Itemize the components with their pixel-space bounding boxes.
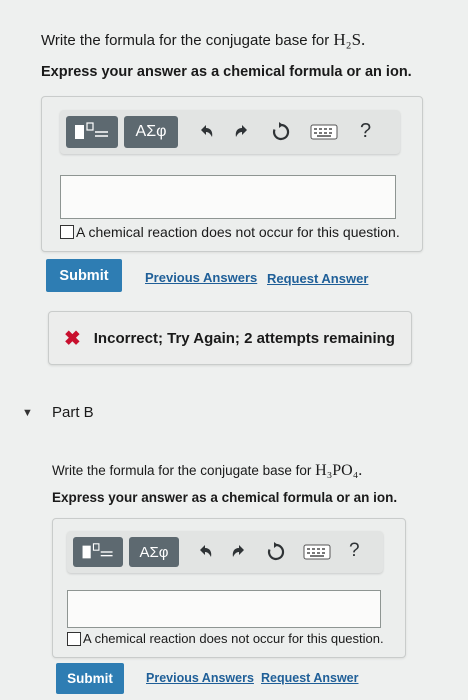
part-b-no-reaction-option[interactable]: A chemical reaction does not occur for t… bbox=[67, 631, 384, 646]
part-a-question: Write the formula for the conjugate base… bbox=[41, 30, 365, 50]
part-a-toolbar: ΑΣφ ? bbox=[60, 110, 400, 154]
part-b-formula: H₃PO₄. bbox=[315, 462, 363, 479]
keyboard-icon bbox=[303, 544, 331, 560]
part-a-formula: H₂S. bbox=[333, 30, 366, 49]
part-a-keyboard-button[interactable] bbox=[310, 123, 338, 145]
part-a-answer-input[interactable] bbox=[60, 175, 396, 219]
part-b-request-answer-link[interactable]: Request Answer bbox=[261, 671, 358, 685]
part-b-toolbar: ΑΣφ ? bbox=[67, 531, 383, 573]
part-b-no-reaction-checkbox[interactable] bbox=[67, 631, 81, 646]
part-b-template-button[interactable] bbox=[73, 537, 123, 567]
reset-icon bbox=[272, 122, 290, 141]
x-mark-icon: ✖ bbox=[64, 327, 81, 350]
part-a-request-answer-link[interactable]: Request Answer bbox=[267, 271, 368, 286]
part-b-redo-button[interactable] bbox=[229, 542, 249, 566]
part-b-greek-button[interactable]: ΑΣφ bbox=[129, 537, 179, 567]
part-a-previous-answers-link[interactable]: Previous Answers bbox=[145, 270, 257, 285]
redo-icon bbox=[235, 125, 247, 137]
part-b-help-button[interactable]: ? bbox=[349, 541, 360, 560]
part-b-collapse-toggle[interactable]: ▼ bbox=[22, 407, 33, 419]
part-a-no-reaction-checkbox[interactable] bbox=[60, 225, 74, 239]
part-b-answer-panel: ΑΣφ ? A chemical reaction does not occur… bbox=[52, 518, 406, 658]
fraction-template-icon bbox=[75, 122, 108, 139]
part-b-answer-input[interactable] bbox=[67, 590, 381, 628]
undo-icon bbox=[200, 545, 212, 557]
part-a-instruction: Express your answer as a chemical formul… bbox=[41, 64, 412, 80]
part-a-no-reaction-label: A chemical reaction does not occur for t… bbox=[76, 224, 400, 240]
part-a-question-text: Write the formula for the conjugate base… bbox=[41, 32, 334, 49]
part-a-submit-button[interactable]: Submit bbox=[46, 259, 122, 292]
part-b-question: Write the formula for the conjugate base… bbox=[52, 462, 362, 480]
part-b-undo-button[interactable] bbox=[195, 542, 215, 566]
fraction-template-icon bbox=[82, 543, 113, 559]
part-a-reset-button[interactable] bbox=[270, 121, 292, 147]
part-b-keyboard-button[interactable] bbox=[303, 543, 331, 565]
part-b-instruction: Express your answer as a chemical formul… bbox=[52, 490, 398, 505]
part-b-reset-button[interactable] bbox=[265, 541, 287, 567]
keyboard-icon bbox=[310, 124, 338, 140]
part-a-greek-button[interactable]: ΑΣφ bbox=[124, 116, 178, 148]
part-b-submit-button[interactable]: Submit bbox=[56, 663, 124, 694]
part-a-feedback-text: Incorrect; Try Again; 2 attempts remaini… bbox=[93, 329, 395, 347]
part-b-previous-answers-link[interactable]: Previous Answers bbox=[146, 671, 254, 685]
undo-icon bbox=[201, 125, 213, 137]
part-a-template-button[interactable] bbox=[66, 116, 118, 148]
part-a-undo-button[interactable] bbox=[196, 122, 216, 146]
part-b-title: Part B bbox=[52, 404, 94, 421]
redo-icon bbox=[232, 545, 244, 557]
part-b-no-reaction-label: A chemical reaction does not occur for t… bbox=[83, 631, 384, 646]
part-a-answer-panel: ΑΣφ ? A chemical reaction does not occur… bbox=[41, 96, 423, 252]
part-a-help-button[interactable]: ? bbox=[360, 121, 371, 141]
reset-icon bbox=[267, 542, 285, 561]
part-b-question-text: Write the formula for the conjugate base… bbox=[52, 463, 316, 478]
part-a-feedback-box: ✖ Incorrect; Try Again; 2 attempts remai… bbox=[48, 311, 412, 365]
part-a-no-reaction-option[interactable]: A chemical reaction does not occur for t… bbox=[60, 224, 400, 240]
part-a-redo-button[interactable] bbox=[232, 122, 252, 146]
